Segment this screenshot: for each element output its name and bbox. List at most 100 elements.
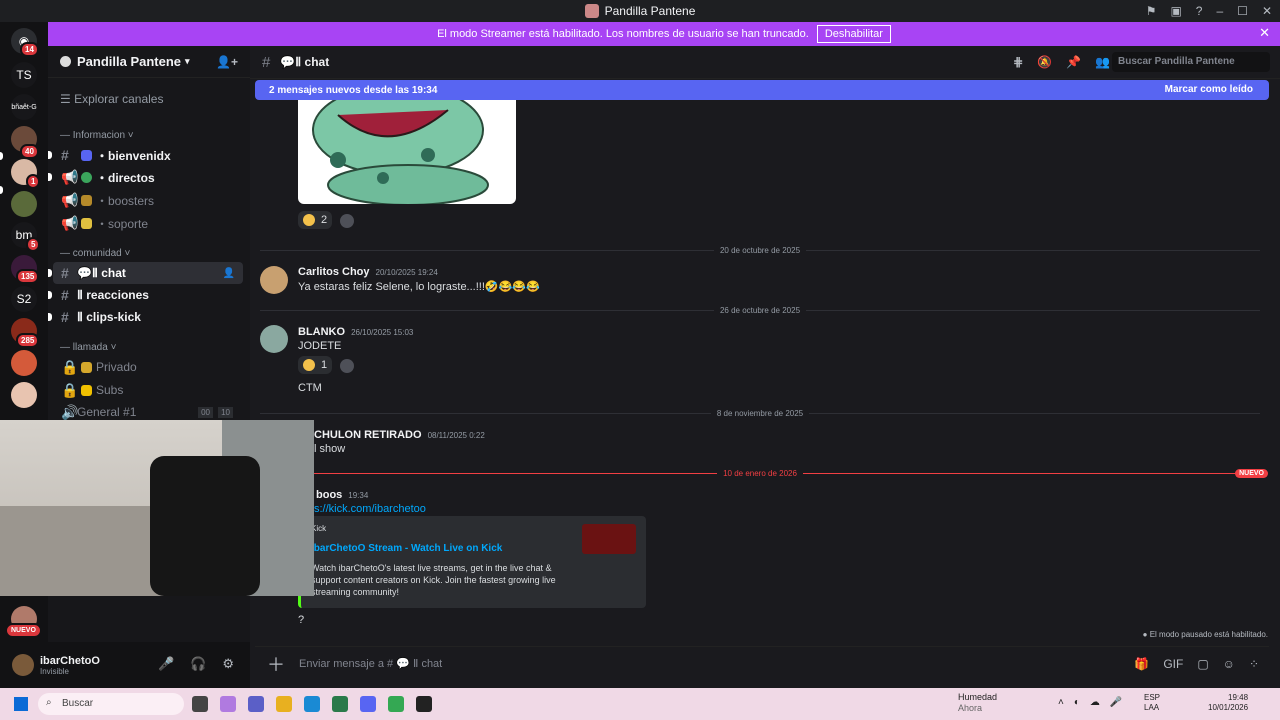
pin-icon[interactable]: 📌 (1066, 55, 1081, 69)
message-composer[interactable]: ＋ Enviar mensaje a # 💬 Ⅱ chat 🎁 GIF ▢ ☺ … (255, 646, 1269, 680)
server-4[interactable] (11, 191, 37, 217)
message-link[interactable]: s://kick.com/ibarchetoo (314, 503, 426, 515)
headphones-icon[interactable]: 🎧 (190, 656, 206, 672)
disable-button[interactable]: Deshabilitar (816, 25, 891, 43)
avatar[interactable] (260, 325, 288, 353)
channel-soporte[interactable]: 📢 ・soporte (53, 212, 243, 234)
server-s2[interactable]: S2 (11, 286, 37, 312)
screen-icon[interactable]: ▣ (1170, 4, 1181, 18)
unread-dot (48, 269, 52, 277)
invite-icon[interactable]: 👤+ (216, 55, 238, 69)
reaction-rofl[interactable]: 2 (298, 211, 333, 229)
tray-app-icon[interactable]: ◐ (1074, 697, 1080, 708)
channel-bienvenidx[interactable]: # ・bienvenidx (48, 144, 243, 166)
cloud-icon[interactable]: ☁ (1090, 697, 1100, 708)
teams-icon[interactable] (248, 696, 264, 712)
channel-directos[interactable]: 📢 ・directos (48, 166, 243, 188)
weather-widget[interactable]: Humedad Ahora (958, 692, 997, 714)
gift-icon[interactable]: 🎁 (1134, 657, 1149, 671)
composer-placeholder[interactable]: Enviar mensaje a # 💬 Ⅱ chat (299, 657, 442, 670)
dm-badge: 14 (20, 42, 39, 57)
mic-icon[interactable]: 🎤 (1110, 697, 1122, 708)
bulbasaur-image[interactable] (298, 100, 516, 204)
reaction-rofl[interactable]: 1 (298, 356, 333, 374)
copilot-icon[interactable] (220, 696, 236, 712)
mute-bell-icon[interactable]: 🔕 (1037, 55, 1052, 69)
add-reaction-icon[interactable] (340, 359, 354, 373)
category-label: — comunidad (60, 248, 122, 259)
emoji-icon (81, 171, 92, 183)
close-icon[interactable]: ✕ (1262, 4, 1272, 18)
search-icon: ⌕ (46, 697, 52, 708)
hash-icon: # (61, 147, 69, 163)
add-member-icon[interactable]: 👤 (223, 268, 235, 279)
channel-chat[interactable]: # 💬 Ⅱ chat 👤 (48, 262, 243, 284)
category-comunidad[interactable]: — comunidad ˅ (60, 248, 130, 259)
author-name[interactable]: CHULON RETIRADO (314, 429, 422, 441)
new-date-divider: 10 de enero de 2026 (250, 469, 1270, 478)
channel-clips-kick[interactable]: # Ⅱ clips-kick (48, 306, 243, 328)
channel-label: General #1 (77, 405, 137, 419)
sticker-icon[interactable]: ▢ (1197, 657, 1208, 671)
channel-subs[interactable]: 🔒 Subs (53, 379, 243, 401)
edge-icon[interactable] (304, 696, 320, 712)
megaphone-icon: 📢 (61, 214, 79, 231)
message-text: ? (298, 614, 305, 626)
gif-icon[interactable]: GIF (1163, 657, 1183, 671)
search-input[interactable]: Buscar Pandilla Pantene (1112, 52, 1270, 72)
emoji-icon (81, 217, 92, 229)
explore-channels[interactable]: ☰ Explorar canales (60, 92, 163, 106)
author-name[interactable]: Carlitos Choy (298, 266, 370, 278)
server-9[interactable] (11, 350, 37, 376)
gear-icon[interactable]: ⚙ (222, 656, 234, 672)
inbox-icon[interactable]: ⚑ (1146, 4, 1157, 18)
maximize-icon[interactable]: ☐ (1237, 4, 1248, 18)
category-informacion[interactable]: — Informacion ˅ (60, 130, 134, 141)
new-messages-bar[interactable]: 2 mensajes nuevos desde las 19:34 Marcar… (255, 80, 1269, 100)
channel-label: ・directos (96, 170, 155, 185)
channel-boosters[interactable]: 📢 ・boosters (53, 189, 243, 211)
threads-icon[interactable]: ⋕ (1013, 55, 1023, 69)
chevron-up-icon[interactable]: ˄ (1058, 697, 1064, 708)
mark-read-button[interactable]: Marcar como leído (1165, 84, 1253, 95)
megaphone-icon: 📢 (61, 191, 79, 208)
apps-icon[interactable]: ⁘ (1249, 657, 1259, 671)
banner-close-icon[interactable]: ✕ (1259, 25, 1270, 41)
folder-icon[interactable] (276, 696, 292, 712)
category-llamada[interactable]: — llamada ˅ (60, 342, 116, 353)
server-bnaet[interactable]: bñaêt-G (11, 94, 37, 120)
emoji-icon (81, 361, 92, 373)
embed-thumbnail[interactable] (582, 524, 636, 554)
server-header[interactable]: Pandilla Pantene ▾ 👤+ (48, 46, 250, 78)
app-icon[interactable] (192, 696, 208, 712)
timestamp: 08/11/2025 0:22 (427, 431, 485, 440)
system-tray: ˄ ◐ ☁ 🎤 (1058, 697, 1122, 708)
avatar[interactable] (260, 266, 288, 294)
user-status: Invisible (40, 666, 69, 676)
server-ts[interactable]: TS (11, 62, 37, 88)
plus-icon[interactable]: ＋ (267, 651, 285, 677)
avatar[interactable] (12, 654, 34, 676)
help-icon[interactable]: ? (1196, 4, 1203, 18)
microphone-icon[interactable]: 🎤 (158, 656, 174, 672)
clock[interactable]: 19:48 10/01/2026 (1208, 693, 1248, 713)
channel-privado[interactable]: 🔒 Privado (53, 356, 243, 378)
add-reaction-icon[interactable] (340, 214, 354, 228)
new-messages-text: 2 mensajes nuevos desde las 19:34 (269, 84, 438, 96)
app-icon[interactable] (416, 696, 432, 712)
message-text: CTM (298, 382, 322, 394)
chrome-icon[interactable] (388, 696, 404, 712)
taskbar-search[interactable]: ⌕ Buscar (38, 693, 184, 715)
minimize-icon[interactable]: – (1216, 4, 1223, 18)
windows-start-icon[interactable] (14, 697, 28, 711)
author-name[interactable]: BLANKO (298, 326, 345, 338)
discord-icon[interactable] (360, 696, 376, 712)
language-indicator[interactable]: ESP LAA (1144, 693, 1160, 713)
store-icon[interactable] (332, 696, 348, 712)
channel-reacciones[interactable]: # Ⅱ reacciones (48, 284, 243, 306)
speaker-icon: 🔊 (61, 403, 79, 420)
author-name[interactable]: boos (316, 489, 342, 501)
server-10[interactable] (11, 382, 37, 408)
emoji-icon[interactable]: ☺ (1223, 657, 1235, 671)
members-icon[interactable]: 👥 (1095, 55, 1110, 69)
